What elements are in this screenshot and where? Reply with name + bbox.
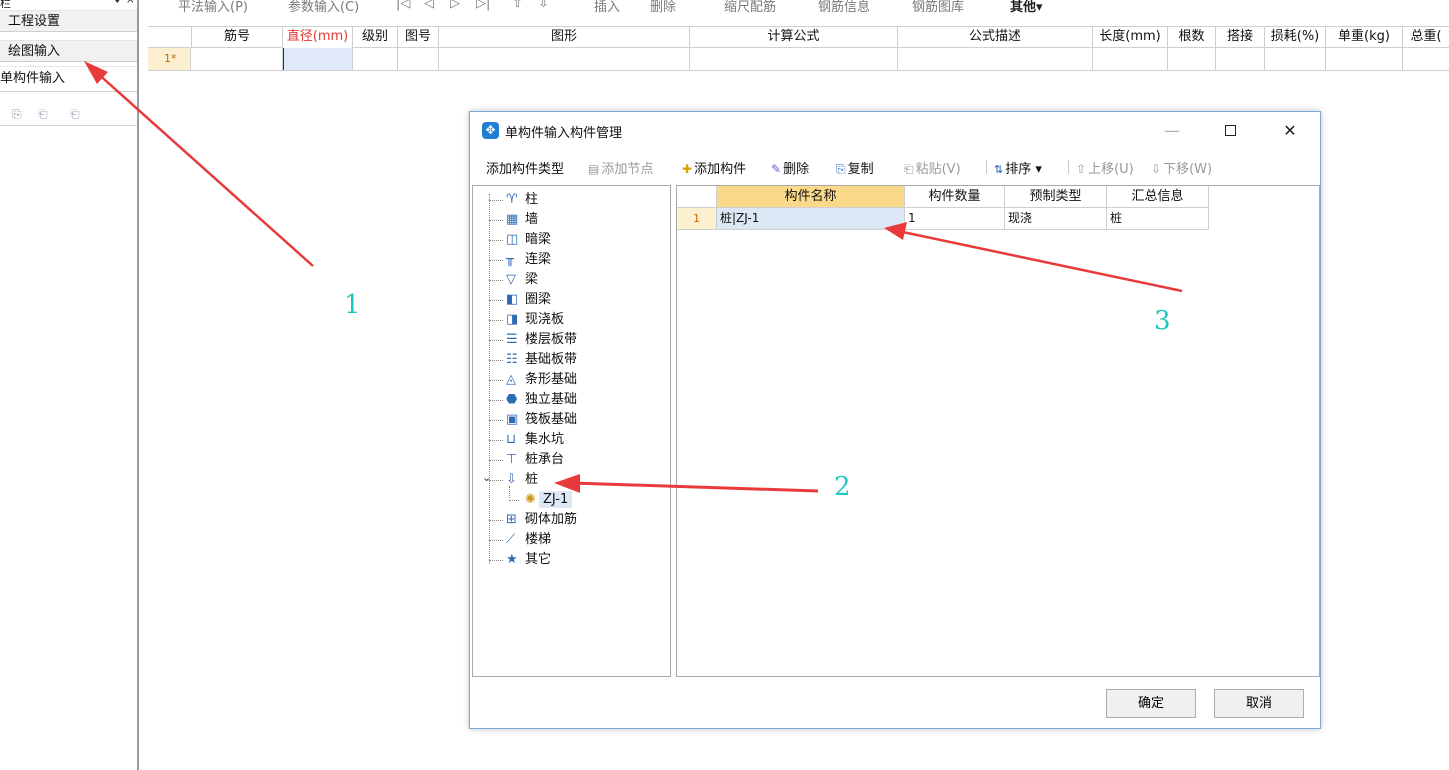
annotation-number-3: 3 [1154,306,1171,336]
annotation-number-1: 1 [344,290,361,320]
app-window: 栏 ♦ × 工程设置 绘图输入 单构件输入 ⎘ ⎗ ⎗ 平法输入(P) 参数输入… [0,0,1449,770]
arrow-2 [554,474,819,493]
arrow-3 [884,222,1183,293]
arrow-1 [84,61,314,267]
annotation-arrows [84,61,1183,493]
annotation-number-2: 2 [834,472,851,502]
